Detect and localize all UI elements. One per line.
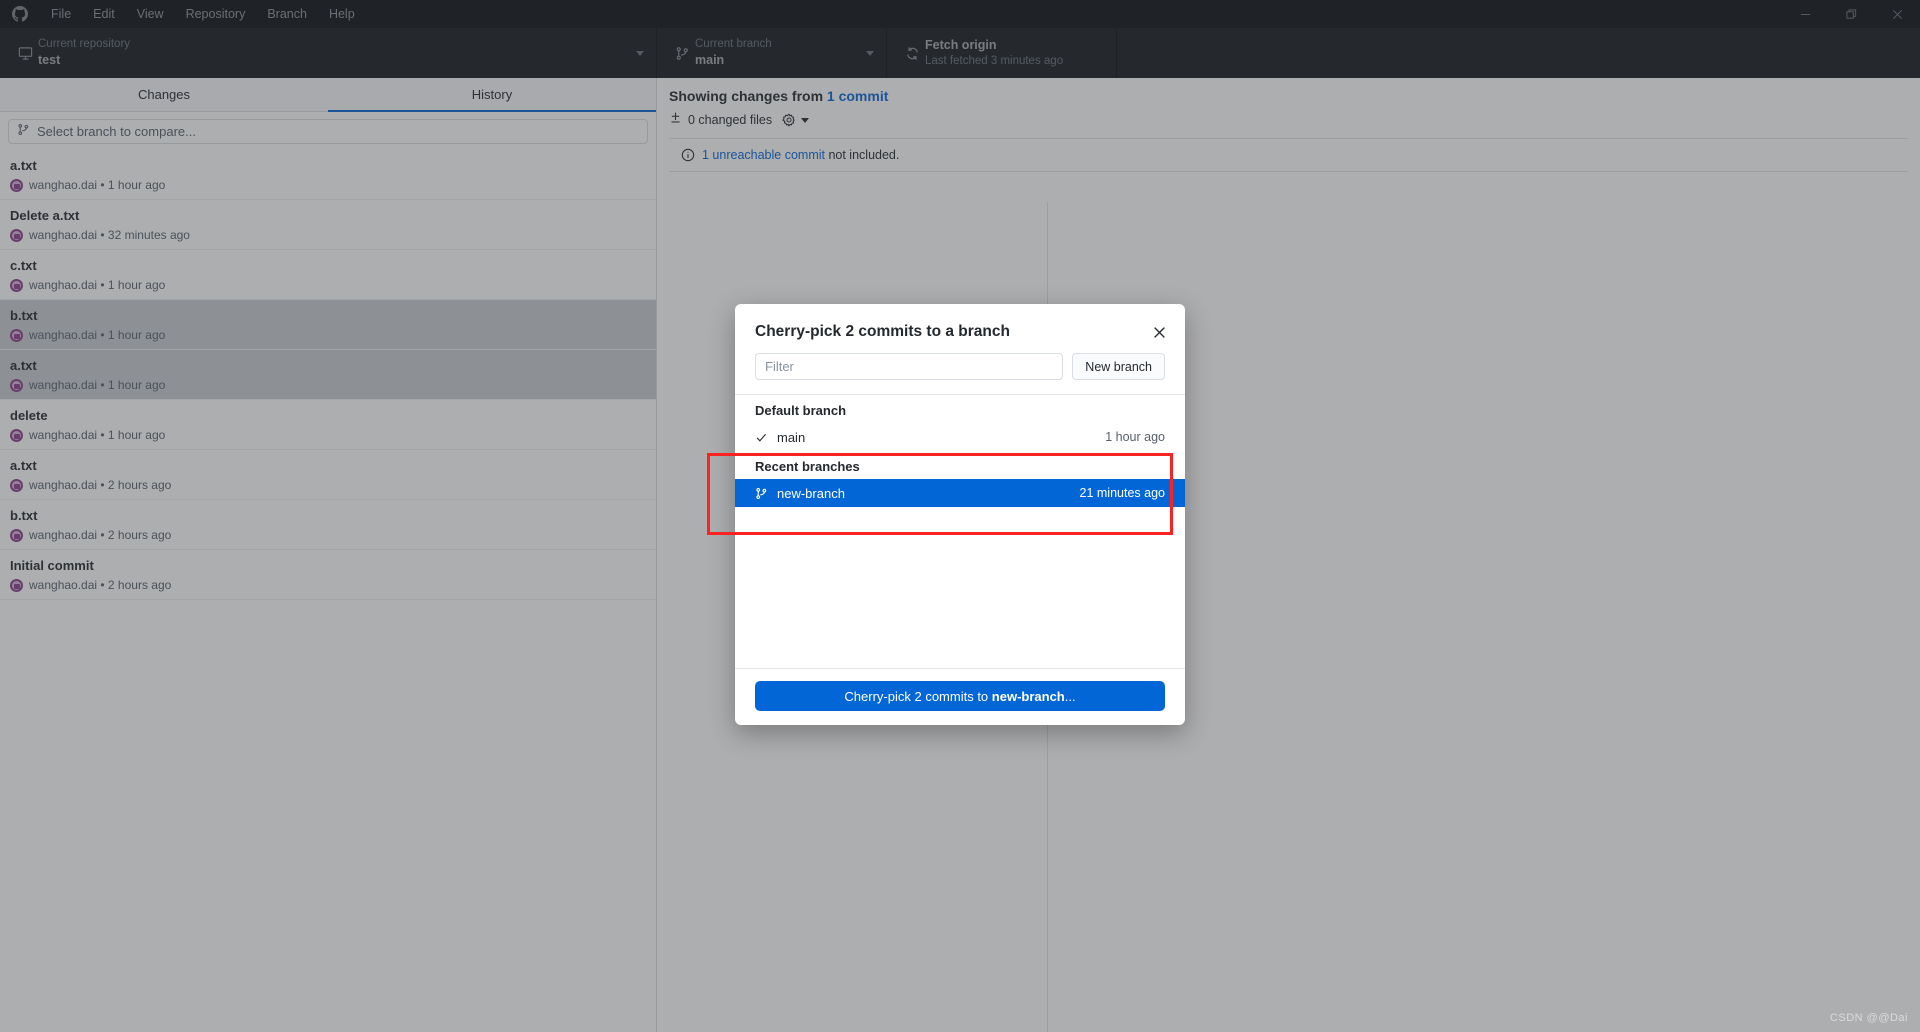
dialog-footer: Cherry-pick 2 commits to new-branch...	[735, 668, 1185, 725]
watermark: CSDN @@Dai	[1829, 1012, 1908, 1024]
branch-time: 1 hour ago	[1105, 430, 1165, 444]
check-icon	[755, 431, 777, 444]
modal-backdrop-titlebar	[0, 0, 1920, 78]
dialog-filter-row: New branch	[735, 341, 1185, 394]
new-branch-button[interactable]: New branch	[1072, 353, 1165, 380]
branch-list-item[interactable]: new-branch 21 minutes ago	[735, 479, 1185, 507]
branch-name: main	[777, 429, 806, 445]
branch-group-heading: Recent branches	[755, 459, 860, 474]
confirm-branch-name: new-branch	[991, 688, 1065, 704]
branch-name: new-branch	[777, 485, 845, 501]
branch-time: 21 minutes ago	[1079, 486, 1165, 500]
branch-icon	[755, 487, 777, 500]
branch-list: Default branch main 1 hour ago Recent branc…	[735, 394, 1185, 668]
branch-group-heading: Default branch	[755, 403, 847, 418]
dialog-header: Cherry-pick 2 commits to a branch	[735, 304, 1185, 341]
dialog-title: Cherry-pick 2 commits to a branch	[755, 323, 1010, 340]
confirm-prefix: Cherry-pick 2 commits to	[844, 688, 992, 704]
app-window: File Edit View Repository Branch Help Cu…	[0, 0, 1920, 1032]
close-icon	[1153, 326, 1165, 338]
cherry-pick-confirm-button[interactable]: Cherry-pick 2 commits to new-branch...	[755, 681, 1165, 711]
branch-list-item[interactable]: main 1 hour ago	[735, 423, 1185, 451]
dialog-close-button[interactable]	[1149, 322, 1169, 342]
branch-filter-input[interactable]	[755, 353, 1064, 380]
confirm-suffix: ...	[1064, 688, 1076, 704]
cherry-pick-branch-dialog: Cherry-pick 2 commits to a branch New br…	[735, 304, 1185, 725]
